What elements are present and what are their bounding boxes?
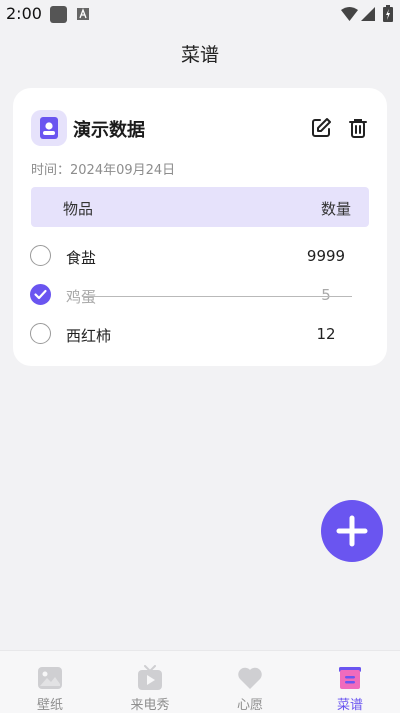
app-notification-icon bbox=[50, 6, 67, 23]
tv-play-icon bbox=[138, 665, 162, 690]
item-name: 西红柿 bbox=[66, 327, 112, 345]
column-quantity-header: 数量 bbox=[320, 200, 351, 218]
tab-wallpaper[interactable]: 壁纸 bbox=[0, 651, 100, 713]
item-quantity: 5 bbox=[321, 286, 331, 304]
item-checkbox-checked[interactable] bbox=[30, 284, 51, 305]
trash-icon bbox=[349, 119, 367, 138]
recipe-card: 演示数据 时间：2024年09月24日 物品 数量 食盐 9999 鸡蛋 5 西… bbox=[13, 88, 387, 366]
recipe-date: 时间：2024年09月24日 bbox=[31, 163, 176, 178]
tab-label: 菜谱 bbox=[336, 698, 363, 713]
text-input-icon bbox=[77, 8, 89, 20]
item-name: 食盐 bbox=[66, 249, 97, 267]
item-checkbox[interactable] bbox=[30, 323, 51, 344]
image-icon bbox=[38, 667, 62, 689]
items-table-header: 物品 数量 bbox=[31, 187, 369, 227]
wifi-icon bbox=[341, 7, 358, 21]
item-quantity: 12 bbox=[316, 325, 336, 343]
add-recipe-button[interactable] bbox=[321, 500, 383, 562]
tab-label: 来电秀 bbox=[130, 698, 170, 713]
edit-button[interactable] bbox=[309, 116, 333, 140]
tab-recipe[interactable]: 菜谱 bbox=[300, 651, 400, 713]
signal-icon bbox=[361, 7, 375, 21]
item-row: 食盐 9999 bbox=[30, 239, 370, 273]
recipe-book-icon bbox=[31, 110, 67, 146]
item-quantity: 9999 bbox=[306, 247, 346, 265]
recipe-icon bbox=[339, 667, 361, 689]
item-row: 鸡蛋 5 bbox=[30, 278, 370, 312]
heart-icon bbox=[238, 667, 262, 689]
battery-charging-icon bbox=[383, 5, 393, 22]
recipe-title: 演示数据 bbox=[73, 120, 145, 141]
item-checkbox[interactable] bbox=[30, 245, 51, 266]
strikethrough-line bbox=[82, 296, 352, 297]
item-row: 西红柿 12 bbox=[30, 317, 370, 351]
edit-icon bbox=[312, 118, 331, 137]
page-title: 菜谱 bbox=[180, 44, 219, 66]
plus-icon bbox=[336, 515, 368, 547]
tab-label: 壁纸 bbox=[36, 698, 63, 713]
status-time: 2:00 bbox=[6, 4, 42, 23]
column-item-header: 物品 bbox=[63, 200, 94, 218]
tab-call-show[interactable]: 来电秀 bbox=[100, 651, 200, 713]
status-bar: 2:00 bbox=[0, 0, 400, 28]
bottom-tab-bar: 壁纸 来电秀 心愿 菜谱 bbox=[0, 650, 400, 713]
delete-button[interactable] bbox=[346, 116, 370, 140]
check-icon bbox=[34, 289, 47, 300]
tab-label: 心愿 bbox=[236, 698, 263, 713]
tab-wish[interactable]: 心愿 bbox=[200, 651, 300, 713]
